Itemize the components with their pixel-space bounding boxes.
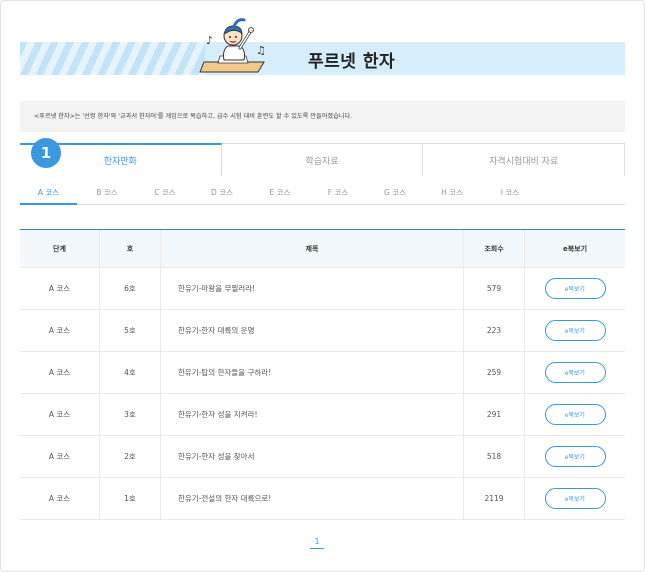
- row-stage: A 코스: [20, 352, 100, 393]
- step-badge: 1: [31, 138, 61, 168]
- row-issue: 4호: [100, 352, 161, 393]
- ebook-view-button[interactable]: e북보기: [544, 488, 606, 509]
- svg-text:♫: ♫: [256, 44, 266, 57]
- mascot-illustration: ♪ ♫: [199, 18, 266, 73]
- table-row: A 코스 1호 한유기-전설의 한자 대륙으로! 2119 e북보기: [20, 478, 625, 520]
- pagination-page-1[interactable]: 1: [310, 537, 324, 549]
- header-views: 조회수: [464, 230, 525, 267]
- table-row: A 코스 2호 한유기-한자 성을 찾아서 518 e북보기: [20, 436, 625, 478]
- row-ebook-cell: e북보기: [525, 436, 625, 477]
- row-ebook-cell: e북보기: [525, 478, 625, 519]
- intro-text: <푸르넷 한자>는 '선정 한자'와 '교과서 한자어'를 게임으로 복습하고,…: [20, 101, 625, 132]
- header-stage: 단계: [20, 230, 100, 267]
- tab-study-materials[interactable]: 학습자료: [220, 143, 424, 176]
- table-header-row: 단계 호 제목 조회수 e북보기: [20, 230, 625, 268]
- course-tab-b[interactable]: B 코스: [82, 186, 132, 205]
- main-tabs: 한자만화 학습자료 자격시험대비 자료: [20, 143, 626, 176]
- row-views: 291: [464, 394, 525, 435]
- banner-stripes: [20, 42, 205, 75]
- row-title[interactable]: 한유기-전설의 한자 대륙으로!: [161, 478, 464, 519]
- row-ebook-cell: e북보기: [525, 310, 625, 351]
- row-stage: A 코스: [20, 436, 100, 477]
- row-issue: 1호: [100, 478, 161, 519]
- row-issue: 3호: [100, 394, 161, 435]
- row-ebook-cell: e북보기: [525, 352, 625, 393]
- row-stage: A 코스: [20, 394, 100, 435]
- page-title: 푸르넷 한자: [308, 52, 396, 72]
- table-row: A 코스 5호 한유기-한자 대륙의 운명 223 e북보기: [20, 310, 625, 352]
- row-stage: A 코스: [20, 310, 100, 351]
- row-issue: 6호: [100, 268, 161, 309]
- table-row: A 코스 6호 한유기-마왕을 무찔러라! 579 e북보기: [20, 268, 625, 310]
- row-ebook-cell: e북보기: [525, 394, 625, 435]
- comic-list-table: 단계 호 제목 조회수 e북보기 A 코스 6호 한유기-마왕을 무찔러라! 5…: [20, 229, 625, 520]
- row-issue: 2호: [100, 436, 161, 477]
- row-title[interactable]: 한유기-마왕을 무찔러라!: [161, 268, 464, 309]
- row-title[interactable]: 한유기-한자 대륙의 운명: [161, 310, 464, 351]
- row-title[interactable]: 한유기-한자 성을 지켜라!: [161, 394, 464, 435]
- row-title[interactable]: 한유기-탑의 한자들을 구하라!: [161, 352, 464, 393]
- header-ebook: e북보기: [562, 244, 588, 253]
- course-tab-h[interactable]: H 코스: [427, 186, 477, 205]
- course-tab-f[interactable]: F 코스: [313, 186, 363, 205]
- ebook-view-button[interactable]: e북보기: [544, 446, 606, 467]
- ebook-view-button[interactable]: e북보기: [544, 404, 606, 425]
- row-stage: A 코스: [20, 478, 100, 519]
- row-ebook-cell: e북보기: [525, 268, 625, 309]
- svg-text:♪: ♪: [206, 34, 213, 47]
- course-tabs: A 코스 B 코스 C 코스 D 코스 E 코스 F 코스 G 코스 H 코스 …: [20, 186, 625, 205]
- header-issue: 호: [100, 230, 161, 267]
- course-tab-a[interactable]: A 코스: [20, 186, 77, 205]
- course-tab-c[interactable]: C 코스: [140, 186, 190, 205]
- tab-exam-prep-materials[interactable]: 자격시험대비 자료: [422, 143, 626, 176]
- row-issue: 5호: [100, 310, 161, 351]
- header-title: 제목: [161, 230, 464, 267]
- ebook-view-button[interactable]: e북보기: [544, 278, 606, 299]
- row-views: 579: [464, 268, 525, 309]
- row-views: 259: [464, 352, 525, 393]
- row-stage: A 코스: [20, 268, 100, 309]
- course-tab-d[interactable]: D 코스: [197, 186, 247, 205]
- row-views: 518: [464, 436, 525, 477]
- row-title[interactable]: 한유기-한자 성을 찾아서: [161, 436, 464, 477]
- course-tab-e[interactable]: E 코스: [255, 186, 305, 205]
- course-tab-g[interactable]: G 코스: [370, 186, 420, 205]
- ebook-view-button[interactable]: e북보기: [544, 320, 606, 341]
- row-views: 2119: [464, 478, 525, 519]
- row-views: 223: [464, 310, 525, 351]
- table-row: A 코스 4호 한유기-탑의 한자들을 구하라! 259 e북보기: [20, 352, 625, 394]
- ebook-view-button[interactable]: e북보기: [544, 362, 606, 383]
- table-row: A 코스 3호 한유기-한자 성을 지켜라! 291 e북보기: [20, 394, 625, 436]
- course-tab-i[interactable]: I 코스: [485, 186, 535, 205]
